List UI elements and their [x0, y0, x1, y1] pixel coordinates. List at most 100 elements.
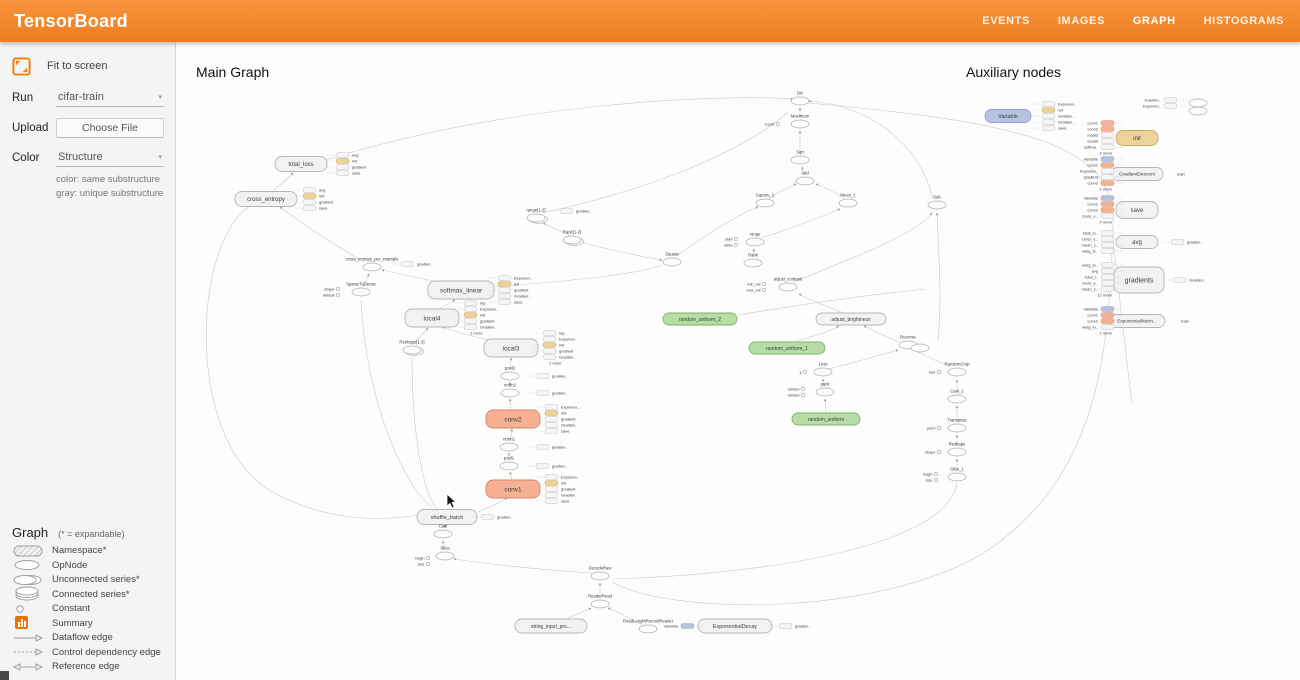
graph-op-pack[interactable]: pack	[816, 382, 834, 397]
graph-op-square[interactable]: Square	[663, 252, 681, 267]
graph-op-pool2[interactable]: pool2	[501, 366, 519, 381]
svg-text:Gradien..: Gradien..	[480, 325, 496, 330]
graph-node-local4[interactable]: local4	[405, 309, 459, 327]
svg-text:default: default	[323, 293, 335, 297]
graph-const-strided[interactable]: strided	[788, 393, 805, 397]
graph-op-range[interactable]: range	[746, 232, 764, 247]
graph-canvas[interactable]: total_loss cross_entropy softmax_linearloc…	[176, 42, 1300, 680]
graph-node-exponentialdecay[interactable]: ExponentialDecay	[698, 619, 772, 633]
nav-tab-histograms[interactable]: HISTOGRAMS	[1204, 15, 1284, 27]
graph-op-readerread[interactable]: ReaderRead	[588, 594, 612, 609]
graph-const-size[interactable]: size	[929, 370, 941, 374]
graph-const-strided[interactable]: strided	[788, 387, 805, 391]
svg-text:strided: strided	[788, 393, 799, 397]
graph-const-shape[interactable]: shape	[324, 287, 339, 291]
graph-op-cast[interactable]: Cast	[434, 524, 452, 539]
graph-op-norm1[interactable]: norm1	[500, 437, 518, 452]
graph-node-local3[interactable]: local3	[484, 339, 538, 357]
graph-annotations: inp..Exponen..initgradientGradien..1 mor…	[534, 331, 577, 366]
graph-op-randomcrop[interactable]: RandomCrop	[945, 362, 971, 377]
nav-tab-events[interactable]: EVENTS	[982, 15, 1030, 27]
svg-text:conv2: conv2	[1087, 208, 1098, 213]
graph-annotations: Gradien..	[1164, 278, 1205, 283]
graph-op-norm2[interactable]: norm2	[501, 383, 519, 398]
graph-const-min-val[interactable]: min_val	[747, 282, 765, 286]
graph-op-range-1-2-[interactable]: range[1-2]	[526, 208, 547, 224]
color-select[interactable]: Structure ▾	[56, 149, 164, 167]
graph-const-delta[interactable]: delta	[724, 243, 737, 247]
graph-op[interactable]	[1189, 99, 1207, 107]
svg-text:strided: strided	[788, 387, 799, 391]
nav-tab-images[interactable]: IMAGES	[1058, 15, 1105, 27]
svg-text:avg: avg	[1092, 269, 1098, 274]
graph-node-total-loss[interactable]: total_loss	[275, 157, 327, 172]
graph-op-div[interactable]: Div	[791, 91, 809, 106]
graph-node-cross-entropy[interactable]: cross_entropy	[235, 192, 297, 207]
graph-const-begin[interactable]: begin	[923, 472, 937, 476]
graph-edge	[937, 213, 940, 340]
graph-op-slice-1[interactable]: Slice_1	[948, 467, 966, 482]
graph-const-shape[interactable]: shape	[925, 450, 940, 454]
graph-op-mean-1[interactable]: Mean_1	[839, 193, 857, 208]
graph-op-add[interactable]: Add	[796, 171, 814, 186]
graph-node-adjust-brightness[interactable]: adjust_brightness	[816, 313, 886, 325]
graph-const-start[interactable]: start	[725, 237, 737, 241]
graph-op-rank[interactable]: Rank	[744, 253, 762, 268]
graph-const-size[interactable]: size	[926, 478, 938, 482]
svg-text:shape: shape	[324, 287, 334, 291]
graph-node-gradients[interactable]: gradients	[1114, 267, 1164, 293]
fit-to-screen-label[interactable]: Fit to screen	[47, 60, 108, 72]
graph-op-adjust-contrast[interactable]: adjust_contrast	[774, 277, 803, 292]
graph-edge	[793, 213, 932, 282]
graph-node-random-uniform-1[interactable]: random_uniform_1	[749, 342, 825, 354]
svg-text:Square_1: Square_1	[756, 193, 775, 198]
svg-text:max_val: max_val	[746, 288, 760, 292]
svg-text:save: save	[561, 429, 570, 434]
graph-op-rank-1-2-[interactable]: Rank[1-2]	[563, 230, 583, 246]
graph-op-decoderaw[interactable]: DecodeRaw	[589, 566, 613, 581]
fit-to-screen-icon[interactable]	[12, 57, 31, 76]
graph-op-cast-1[interactable]: Cast_1	[948, 389, 966, 404]
graph-edge	[613, 483, 957, 579]
graph-op-slice[interactable]: Slice	[436, 546, 454, 561]
choose-file-button[interactable]: Choose File	[56, 118, 164, 138]
graph-node-init[interactable]: init	[1116, 131, 1158, 146]
graph-const-y[interactable]: y	[800, 370, 807, 374]
graph-const-max-val[interactable]: max_val	[746, 288, 765, 292]
graph-op[interactable]	[1189, 107, 1207, 115]
graph-op-cross-entropy-per-example[interactable]: cross_entropy_per_example	[346, 257, 400, 272]
svg-text:Rank: Rank	[748, 253, 759, 258]
graph-const-size[interactable]: size	[418, 562, 430, 566]
svg-text:gradien..: gradien..	[552, 445, 568, 450]
graph-node-softmax-linear[interactable]: softmax_linear	[428, 281, 494, 299]
nav-tab-graph[interactable]: GRAPH	[1133, 15, 1176, 27]
graph-node-variable[interactable]: Variable	[985, 110, 1031, 123]
graph-const-perm[interactable]: perm	[927, 426, 941, 430]
graph-node-avg[interactable]: avg	[1116, 236, 1158, 249]
graph-node-conv2[interactable]: conv2	[486, 410, 540, 428]
graph-op-square-1[interactable]: Square_1	[756, 193, 775, 208]
graph-const-const[interactable]: Const	[765, 122, 780, 126]
graph-op[interactable]	[911, 344, 929, 352]
graph-op-transpose[interactable]: Transpose	[947, 418, 967, 433]
graph-node-random-uniform-2[interactable]: random_uniform_2	[663, 313, 737, 325]
graph-node-exponentialmovin-[interactable]: ExponentialMovin...	[1109, 315, 1165, 328]
graph-node-gradientdescent[interactable]: GradientDescent	[1111, 168, 1163, 181]
graph-op-pool1[interactable]: pool1	[500, 456, 518, 471]
graph-op-sparsetodense[interactable]: SparseToDense	[346, 282, 376, 297]
graph-node-shuffle-batch[interactable]: shuffle_batch	[417, 510, 477, 525]
svg-text:cross_e..: cross_e..	[1082, 281, 1098, 286]
graph-const-default[interactable]: default	[323, 293, 340, 297]
graph-node-conv1[interactable]: conv1	[486, 480, 540, 498]
graph-const-begin[interactable]: begin	[415, 556, 429, 560]
graph-op-sub[interactable]: Sub	[928, 195, 946, 210]
graph-op-reshape-1-3-[interactable]: Reshape[1-3]	[399, 340, 424, 356]
graph-op-maximum[interactable]: Maximum	[791, 114, 810, 129]
graph-node-string-input-pro-[interactable]: string_input_pro...	[515, 619, 587, 633]
graph-op-reshape[interactable]: Reshape	[948, 442, 966, 457]
graph-node-random-uniform[interactable]: random_uniform	[792, 413, 860, 425]
graph-edge	[738, 289, 926, 315]
run-select[interactable]: cifar-train ▾	[56, 89, 164, 107]
graph-op-sqrt[interactable]: Sqrt	[791, 150, 809, 165]
graph-edge	[612, 103, 1113, 605]
